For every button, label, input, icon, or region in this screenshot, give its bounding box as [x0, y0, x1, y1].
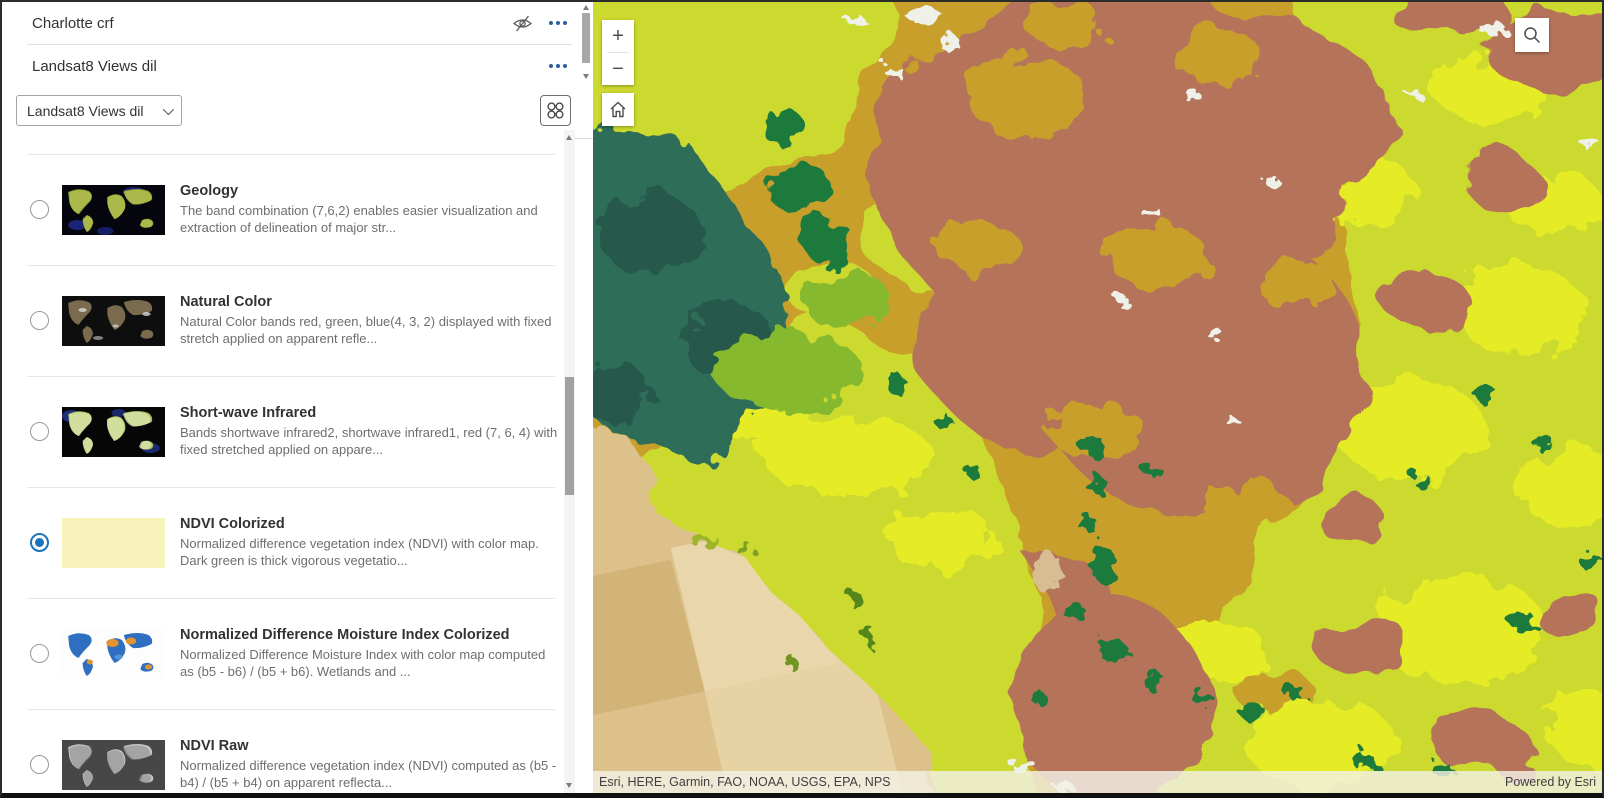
template-description: Natural Color bands red, green, blue(4, …: [180, 314, 552, 346]
renderer-grid-button[interactable]: [540, 95, 571, 126]
four-circles-grid-icon: [547, 102, 564, 119]
template-title: NDVI Colorized: [180, 516, 285, 532]
list-scrollbar[interactable]: [564, 130, 575, 793]
template-row-natural-color[interactable]: Natural Color Natural Color bands red, g…: [2, 265, 564, 376]
template-row-shortwave-infrared[interactable]: Short-wave Infrared Bands shortwave infr…: [2, 376, 564, 487]
template-title: Geology: [180, 183, 239, 199]
template-row-ndvi-raw[interactable]: NDVI Raw Normalized difference vegetatio…: [2, 709, 564, 793]
thumbnail-natural-color: [62, 295, 165, 346]
layer-title: Charlotte crf: [32, 14, 114, 32]
scroll-up-arrow-icon[interactable]: [566, 135, 572, 140]
attribution-bar: Esri, HERE, Garmin, FAO, NOAA, USGS, EPA…: [593, 771, 1602, 793]
radio-natural-color[interactable]: [30, 311, 49, 330]
thumbnail-ndvi-raw: [62, 739, 165, 790]
radio-geology[interactable]: [30, 200, 49, 219]
layer-options-ellipsis-icon[interactable]: [549, 17, 567, 29]
sublayer-title: Landsat8 Views dil: [32, 57, 157, 75]
template-description: Normalized difference vegetation index (…: [180, 536, 539, 568]
renderer-template-list: Geology The band combination (7,6,2) ena…: [2, 129, 564, 793]
template-title: Natural Color: [180, 294, 272, 310]
scroll-up-arrow-icon[interactable]: [582, 5, 589, 10]
template-description: Normalized Difference Moisture Index wit…: [180, 647, 546, 679]
template-title: NDVI Raw: [180, 738, 249, 754]
layer-row-charlotte[interactable]: Charlotte crf: [2, 2, 593, 44]
template-description: Normalized difference vegetation index (…: [180, 758, 557, 790]
chevron-down-icon: [162, 103, 175, 115]
template-title: Normalized Difference Moisture Index Col…: [180, 627, 510, 643]
attribution-sources: Esri, HERE, Garmin, FAO, NOAA, USGS, EPA…: [599, 775, 891, 789]
thumbnail-ndvi-colorized: [62, 517, 165, 568]
search-button[interactable]: [1515, 18, 1549, 52]
thumbnail-geology: [62, 184, 165, 235]
renderer-dropdown-value: Landsat8 Views dil: [27, 102, 144, 119]
visibility-hidden-icon[interactable]: [511, 14, 533, 32]
template-description: The band combination (7,6,2) enables eas…: [180, 203, 538, 235]
list-scrollbar-thumb[interactable]: [565, 377, 574, 495]
search-icon: [1524, 27, 1541, 44]
zoom-widget: + −: [602, 20, 634, 85]
scroll-down-arrow-icon[interactable]: [582, 74, 589, 79]
panel-scrollbar-thumb[interactable]: [582, 13, 590, 63]
scroll-down-arrow-icon[interactable]: [566, 783, 572, 788]
sublayer-options-ellipsis-icon[interactable]: [549, 60, 567, 72]
renderer-dropdown[interactable]: Landsat8 Views dil: [16, 95, 182, 126]
template-row-geology[interactable]: Geology The band combination (7,6,2) ena…: [2, 154, 564, 265]
house-icon: [610, 101, 626, 118]
zoom-out-button[interactable]: −: [602, 53, 634, 85]
zoom-in-button[interactable]: +: [602, 20, 634, 52]
thumbnail-shortwave-infrared: [62, 406, 165, 457]
template-row-ndmi-colorized[interactable]: Normalized Difference Moisture Index Col…: [2, 598, 564, 709]
template-title: Short-wave Infrared: [180, 405, 317, 421]
radio-ndmi-colorized[interactable]: [30, 644, 49, 663]
radio-shortwave-infrared[interactable]: [30, 422, 49, 441]
layer-row-landsat[interactable]: Landsat8 Views dil: [2, 45, 593, 87]
map-view[interactable]: + − Esri, HERE, Garmin, FAO, NOAA, USGS,…: [593, 2, 1602, 793]
template-row-ndvi-colorized[interactable]: NDVI Colorized Normalized difference veg…: [2, 487, 564, 598]
powered-by-esri[interactable]: Powered by Esri: [1505, 775, 1596, 789]
panel-scrollbar[interactable]: [581, 4, 591, 80]
ndvi-raster-artwork: [593, 2, 1602, 793]
home-button[interactable]: [602, 93, 634, 126]
template-description: Bands shortwave infrared2, shortwave inf…: [180, 425, 558, 457]
layers-panel: Charlotte crf Landsat8 Views dil Landsat…: [2, 2, 593, 793]
radio-ndvi-colorized[interactable]: [30, 533, 49, 552]
app-window: Charlotte crf Landsat8 Views dil Landsat…: [0, 0, 1604, 798]
radio-ndvi-raw[interactable]: [30, 755, 49, 774]
thumbnail-ndmi-colorized: [62, 628, 165, 679]
